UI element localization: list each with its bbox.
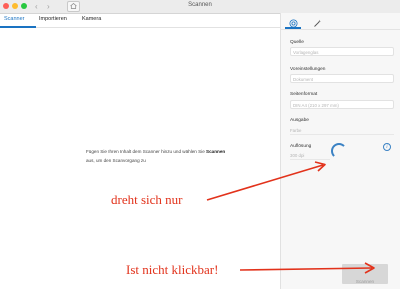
active-tab-indicator: [0, 26, 36, 28]
instruction-text: Fügen Sie Ihren Inhalt dem Scanner hinzu…: [86, 149, 207, 154]
scan-instructions: Fügen Sie Ihren Inhalt dem Scanner hinzu…: [86, 147, 226, 165]
magic-wand-icon[interactable]: [313, 15, 322, 33]
field-label-quelle: Quelle: [290, 40, 304, 45]
tab-bar: Scanner Importieren Kamera: [0, 13, 280, 28]
scan-button[interactable]: Scannen: [342, 264, 388, 284]
instruction-text-end: aus, um den Scanvorgang zu: [86, 158, 146, 163]
annotation-spinning: dreht sich nur: [111, 192, 183, 207]
loading-spinner: [331, 143, 347, 159]
field-label-seitenformat: Seitenformat: [290, 92, 318, 97]
field-label-ausgabe: Ausgabe: [290, 118, 309, 123]
ausgabe-select[interactable]: Farbe: [290, 127, 394, 135]
seitenformat-select[interactable]: DIN A4 (210 x 297 mm): [290, 100, 394, 109]
sidebar-active-indicator: [285, 27, 301, 29]
aufloesung-select[interactable]: 300 dpi: [290, 152, 330, 160]
title-bar: ‹ › Scannen: [0, 0, 400, 14]
info-icon[interactable]: i: [383, 143, 391, 151]
quelle-select[interactable]: Vorlagenglas: [290, 47, 394, 56]
field-label-aufloesung: Auflösung: [290, 144, 312, 149]
tab-scanner[interactable]: Scanner: [4, 16, 25, 22]
tab-importieren[interactable]: Importieren: [39, 16, 67, 22]
tab-kamera[interactable]: Kamera: [82, 16, 101, 22]
field-label-voreinstellungen: Voreinstellungen: [290, 67, 326, 72]
annotation-not-clickable: Ist nicht klickbar!: [126, 262, 219, 277]
sidebar-toolbar: [281, 13, 400, 30]
instruction-bold-text: Scannen: [206, 149, 226, 154]
voreinstellungen-select[interactable]: Dokument: [290, 74, 394, 83]
window-title: Scannen: [188, 2, 212, 8]
scanner-settings-icon[interactable]: [289, 15, 298, 33]
